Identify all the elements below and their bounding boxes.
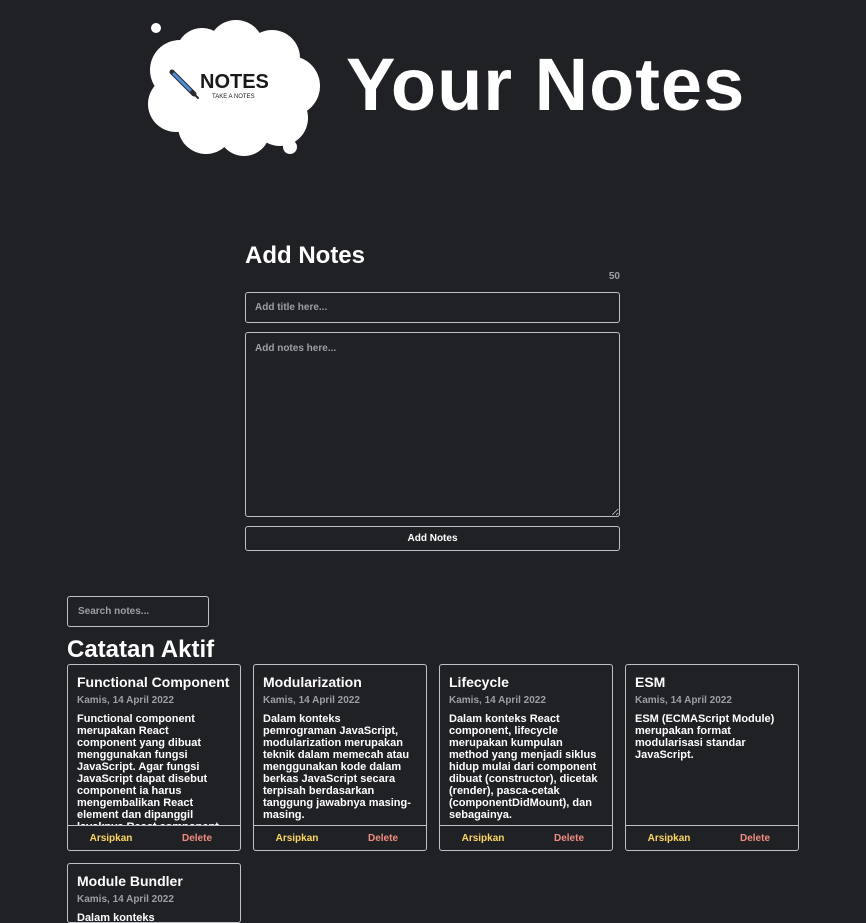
note-card: Lifecycle Kamis, 14 April 2022 Dalam kon… xyxy=(439,664,613,851)
archive-button[interactable]: Arsipkan xyxy=(254,826,340,850)
app-header: NOTES TAKE A NOTES Your Notes xyxy=(0,0,866,180)
delete-button[interactable]: Delete xyxy=(712,826,798,850)
archive-button[interactable]: Arsipkan xyxy=(626,826,712,850)
add-note-form: Add Notes 50 Add Notes xyxy=(245,240,620,551)
note-date: Kamis, 14 April 2022 xyxy=(263,695,360,706)
note-actions: Arsipkan Delete xyxy=(440,825,612,850)
note-content: ESM Kamis, 14 April 2022 ESM (ECMAScript… xyxy=(626,665,798,826)
note-body-input[interactable] xyxy=(245,332,620,517)
note-body: Functional component merupakan React com… xyxy=(77,713,222,826)
note-date: Kamis, 14 April 2022 xyxy=(635,695,732,706)
note-actions: Arsipkan Delete xyxy=(254,825,426,850)
note-actions: Arsipkan Delete xyxy=(626,825,798,850)
page-title: Your Notes xyxy=(346,43,746,126)
note-card: Functional Component Kamis, 14 April 202… xyxy=(67,664,241,851)
note-body: Dalam konteks pemrograman JavaScript, mo… xyxy=(263,713,411,821)
delete-button[interactable]: Delete xyxy=(340,826,426,850)
note-actions: Arsipkan Delete xyxy=(68,825,240,850)
notes-logo: NOTES TAKE A NOTES xyxy=(148,20,320,156)
note-date: Kamis, 14 April 2022 xyxy=(77,894,174,905)
note-title: Functional Component xyxy=(77,674,230,690)
note-card: Modularization Kamis, 14 April 2022 Dala… xyxy=(253,664,427,851)
search-input[interactable] xyxy=(67,596,209,627)
delete-button[interactable]: Delete xyxy=(154,826,240,850)
note-content: Lifecycle Kamis, 14 April 2022 Dalam kon… xyxy=(440,665,612,826)
note-title-input[interactable] xyxy=(245,292,620,323)
note-card: Module Bundler Kamis, 14 April 2022 Dala… xyxy=(67,863,241,923)
svg-text:TAKE A NOTES: TAKE A NOTES xyxy=(212,94,255,100)
add-notes-heading: Add Notes xyxy=(245,242,365,269)
note-title: Lifecycle xyxy=(449,674,509,690)
archive-button[interactable]: Arsipkan xyxy=(440,826,526,850)
active-notes-heading: Catatan Aktif xyxy=(67,636,215,663)
note-card: ESM Kamis, 14 April 2022 ESM (ECMAScript… xyxy=(625,664,799,851)
note-title: ESM xyxy=(635,674,666,690)
note-content: Functional Component Kamis, 14 April 202… xyxy=(68,665,240,826)
note-body: ESM (ECMAScript Module) merupakan format… xyxy=(635,713,775,761)
archive-button[interactable]: Arsipkan xyxy=(68,826,154,850)
note-title: Module Bundler xyxy=(77,873,183,889)
note-content: Module Bundler Kamis, 14 April 2022 Dala… xyxy=(68,864,240,922)
note-date: Kamis, 14 April 2022 xyxy=(77,695,174,706)
svg-text:NOTES: NOTES xyxy=(200,71,269,93)
note-title: Modularization xyxy=(263,674,362,690)
add-notes-button[interactable]: Add Notes xyxy=(245,526,620,551)
note-body: Dalam konteks React component, lifecycle… xyxy=(449,713,598,821)
note-date: Kamis, 14 April 2022 xyxy=(449,695,546,706)
delete-button[interactable]: Delete xyxy=(526,826,612,850)
char-remaining-counter: 50 xyxy=(608,271,620,282)
note-content: Modularization Kamis, 14 April 2022 Dala… xyxy=(254,665,426,826)
